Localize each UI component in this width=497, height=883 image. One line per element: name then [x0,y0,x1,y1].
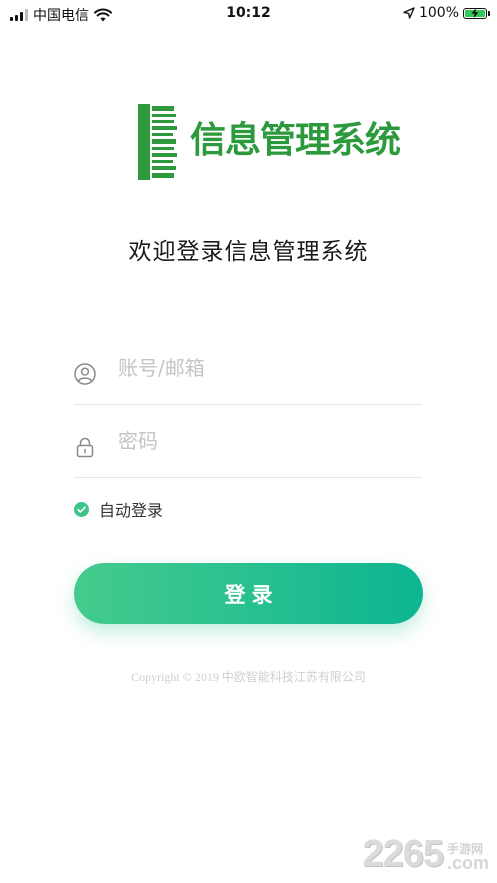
status-bar: 中国电信 10:12 100% [0,0,497,28]
check-circle-icon[interactable] [74,501,89,517]
watermark: 2265 手游网 .com [362,835,489,873]
watermark-number: 2265 [362,833,444,875]
auto-login-label: 自动登录 [99,501,164,520]
status-bar-right: 100% [403,5,490,21]
location-arrow-icon [403,7,415,19]
welcome-title: 欢迎登录信息管理系统 [128,239,369,265]
password-input[interactable] [118,421,408,461]
account-input[interactable] [118,348,408,388]
watermark-site-suffix: .com [446,853,489,873]
battery-icon [463,7,490,19]
charging-bolt-icon [471,7,479,18]
watermark-side: 手游网 .com [447,842,489,873]
password-field [74,421,422,478]
account-field [74,348,422,405]
user-icon [74,363,96,385]
app-logo: 信息管理系统 [138,104,401,180]
auto-login-toggle[interactable]: 自动登录 [74,497,163,521]
logo-text: 信息管理系统 [190,120,401,161]
logo-barcode-icon [138,104,177,180]
lock-icon [76,437,94,458]
battery-percent: 100% [418,5,459,21]
copyright-text: Copyright © 2019 中欧智能科技江苏有限公司 [131,670,366,684]
login-button[interactable]: 登录 [74,563,423,624]
